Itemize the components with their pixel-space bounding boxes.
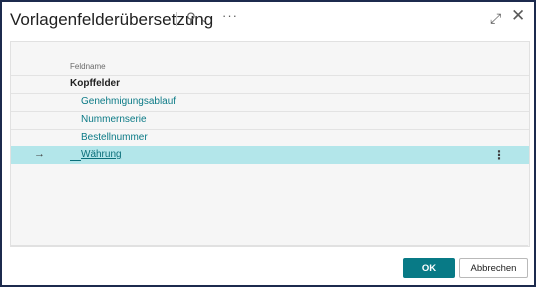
cancel-button[interactable]: Abbrechen: [459, 258, 528, 278]
dialog: Vorlagenfelderübersetzung ⚲ ⌄ ··· ⤢ ✕ Fe…: [0, 0, 536, 287]
list-item[interactable]: Genehmigungsablauf: [11, 93, 529, 111]
row-label: Kopffelder: [70, 78, 120, 89]
list-item[interactable]: Kopffelder: [11, 75, 529, 93]
row-label[interactable]: Bestellnummer: [81, 132, 148, 143]
field-list: Feldname Kopffelder Genehmigungsablauf N…: [10, 41, 530, 247]
expand-icon[interactable]: ⤢: [490, 10, 501, 26]
list-item[interactable]: Nummernserie: [11, 111, 529, 129]
ok-button[interactable]: OK: [403, 258, 455, 278]
search-icon[interactable]: ⚲: [186, 10, 196, 26]
header-divider: [176, 12, 177, 26]
row-underline: [70, 160, 81, 161]
chevron-down-icon[interactable]: ⌄: [200, 12, 208, 28]
row-label[interactable]: Nummernserie: [81, 114, 147, 125]
dialog-title: Vorlagenfelderübersetzung: [10, 10, 214, 29]
arrow-right-icon: →: [34, 148, 45, 160]
column-header-feldname[interactable]: Feldname: [70, 62, 106, 71]
list-item[interactable]: Bestellnummer: [11, 129, 529, 147]
row-label[interactable]: Währung: [81, 149, 122, 160]
footer-divider: [10, 245, 528, 246]
list-item-selected[interactable]: → Währung ⋮: [11, 146, 529, 164]
row-label[interactable]: Genehmigungsablauf: [81, 96, 176, 107]
row-menu-icon[interactable]: ⋮: [493, 148, 505, 162]
more-icon[interactable]: ···: [222, 8, 238, 24]
close-icon[interactable]: ✕: [511, 7, 525, 24]
